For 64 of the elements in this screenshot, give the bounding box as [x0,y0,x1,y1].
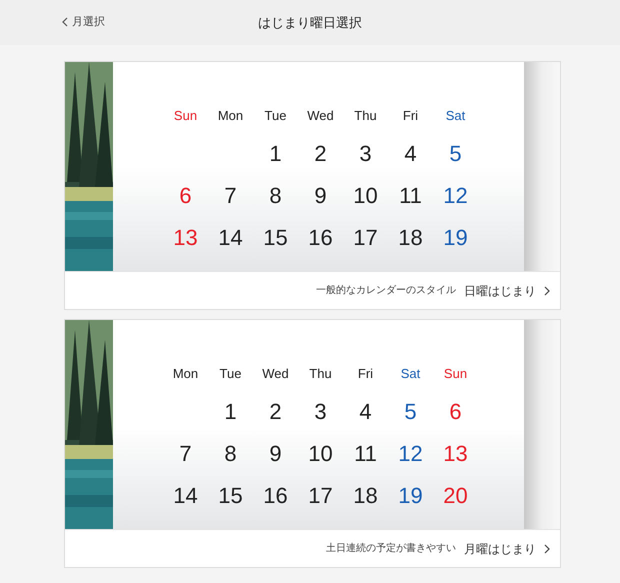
date-number: 7 [178,440,193,468]
date-number: 5 [403,398,418,426]
date-number: 16 [262,482,289,510]
weekday-label: Fri [356,365,374,383]
date-number: 2 [268,398,283,426]
date-number: 7 [223,182,238,210]
style-description: 土日連続の予定が書きやすい [326,542,456,556]
date-number: 17 [307,482,334,510]
date-number: 9 [268,440,283,468]
chevron-left-icon [62,17,68,28]
date-number: 4 [358,398,373,426]
start-day-title: 日曜はじまり [464,282,536,300]
date-number: 12 [397,440,424,468]
weekday-label: Sat [444,107,466,125]
date-number: 17 [352,224,379,252]
date-number: 5 [448,140,463,168]
date-number: 20 [442,482,469,510]
date-number: 10 [307,440,334,468]
calendar-style-card[interactable]: Sun Mon Tue Wed Thu Fri Sat 1 2 3 4 5 6 7 8 9 10 11 12 13 14 15 16 17 18 19 一般的なカレンダーのスタイル 日曜はじまり [64,61,561,310]
date-number: 3 [358,140,373,168]
weekday-label: Tue [264,107,288,125]
date-number: 14 [217,224,244,252]
weekday-label: Fri [402,107,420,125]
weekday-label: Mon [216,107,244,125]
date-number: 3 [313,398,328,426]
start-day-title: 月曜はじまり [464,540,536,558]
date-number: 13 [442,440,469,468]
weekday-label: Sun [442,365,468,383]
date-number: 11 [398,182,423,210]
date-number: 1 [223,398,238,426]
date-number: 16 [307,224,334,252]
page-title: はじまり曜日選択 [258,14,362,32]
date-number: 4 [403,140,418,168]
chevron-right-icon [544,286,550,296]
weekday-label: Sun [172,107,198,125]
date-number: 13 [172,224,199,252]
weekday-label: Thu [308,365,333,383]
date-number: 10 [352,182,379,210]
back-link[interactable]: 月選択 [62,14,105,30]
date-number: 1 [268,140,283,168]
chevron-right-icon [544,544,550,554]
date-number: 19 [442,224,469,252]
date-number: 18 [397,224,424,252]
weekday-label: Sat [400,365,422,383]
date-number: 6 [448,398,463,426]
style-description: 一般的なカレンダーのスタイル [316,284,456,298]
date-number: 8 [223,440,238,468]
date-number: 9 [313,182,328,210]
weekday-label: Wed [306,107,335,125]
date-number: 11 [353,440,378,468]
date-number: 18 [352,482,379,510]
weekday-label: Thu [353,107,378,125]
date-number: 12 [442,182,469,210]
date-number: 15 [262,224,289,252]
date-number: 15 [217,482,244,510]
calendar-style-card[interactable]: Mon Tue Wed Thu Fri Sat Sun 1 2 3 4 5 6 7 8 9 10 11 12 13 14 15 16 17 18 19 20 土日連続の予定が書きやすい 月曜はじまり [64,319,561,568]
date-number: 2 [313,140,328,168]
weekday-label: Mon [172,365,200,383]
weekday-label: Wed [261,365,290,383]
date-number: 8 [268,182,283,210]
date-number: 14 [172,482,199,510]
weekday-label: Tue [218,365,242,383]
date-number: 6 [178,182,193,210]
date-number: 19 [397,482,424,510]
